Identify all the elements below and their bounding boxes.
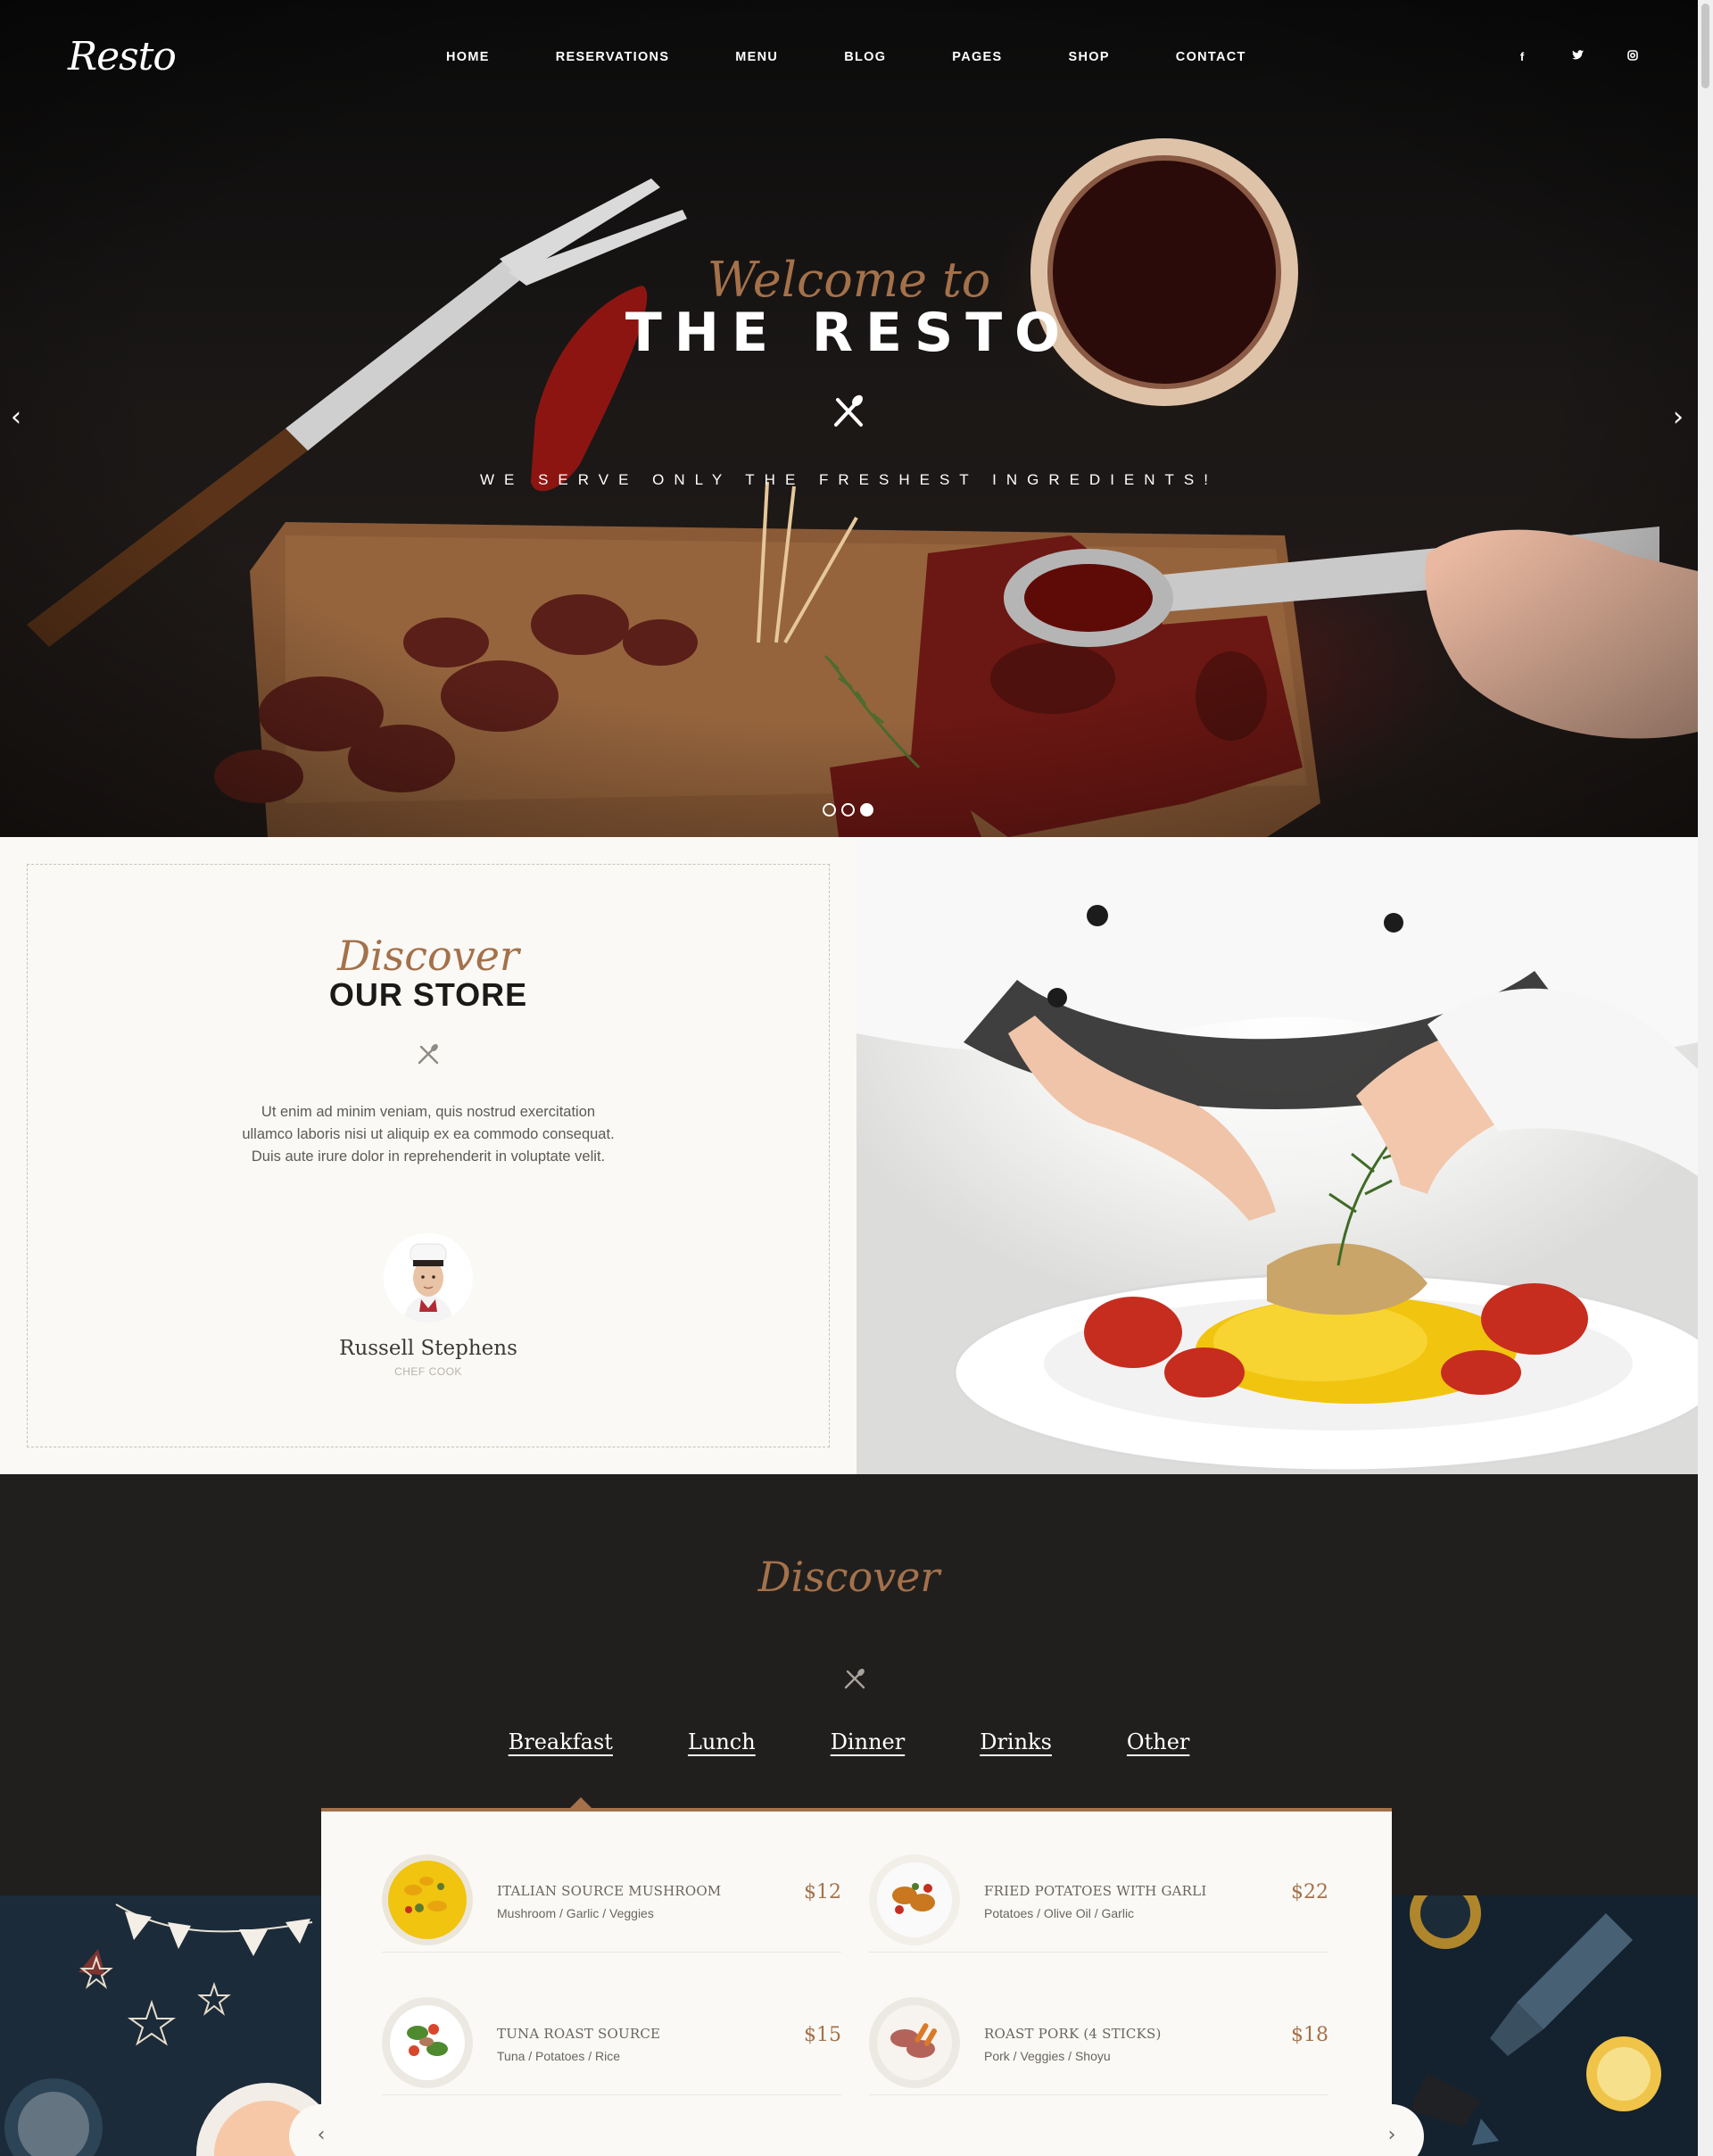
hero-next-arrow[interactable]: › xyxy=(1673,402,1684,433)
hero-prev-arrow[interactable]: ‹ xyxy=(11,402,21,433)
menu-item-name: FRIED POTATOES WITH GARLI xyxy=(984,1883,1207,1899)
party-decoration-image xyxy=(0,1895,321,2156)
nav-shop[interactable]: SHOP xyxy=(1069,50,1110,64)
hero-tagline: WE SERVE ONLY THE FRESHEST INGREDIENTS! xyxy=(479,471,1218,488)
hero-script-heading: Welcome to xyxy=(707,252,991,308)
hero-title: THE RESTO xyxy=(625,302,1073,364)
menu-card: ITALIAN SOURCE MUSHROOM Mushroom / Garli… xyxy=(321,1808,1392,2156)
menu-item-price: $18 xyxy=(1291,2024,1328,2046)
nav-blog[interactable]: BLOG xyxy=(844,50,886,64)
tab-lunch[interactable]: Lunch xyxy=(688,1729,756,1754)
menu-item-image xyxy=(869,1997,960,2088)
menu-item-ingredients: Mushroom / Garlic / Veggies xyxy=(497,1906,654,1920)
slider-dot-1[interactable] xyxy=(823,803,836,817)
menu-item-price: $15 xyxy=(804,2024,841,2046)
slider-dots xyxy=(823,803,873,817)
social-links: f xyxy=(1473,50,1639,63)
tab-breakfast[interactable]: Breakfast xyxy=(509,1729,613,1754)
nav-home[interactable]: HOME xyxy=(446,50,490,64)
menu-item-ingredients: Tuna / Potatoes / Rice xyxy=(497,2049,620,2063)
about-section: Discover OUR STORE Ut enim ad minim veni… xyxy=(0,837,856,1474)
menu-item-ingredients: Pork / Veggies / Shoyu xyxy=(984,2049,1111,2063)
menu-item-name: ITALIAN SOURCE MUSHROOM xyxy=(497,1883,722,1899)
about-text: Ut enim ad minim veniam, quis nostrud ex… xyxy=(242,1104,615,1165)
tab-other[interactable]: Other xyxy=(1127,1729,1189,1754)
tab-drinks[interactable]: Drinks xyxy=(980,1729,1052,1754)
menu-item[interactable]: TUNA ROAST SOURCE Tuna / Potatoes / Rice… xyxy=(382,1954,841,2095)
utensils-icon xyxy=(844,1668,865,1689)
menu-item-price: $12 xyxy=(804,1881,841,1903)
nav-menu[interactable]: MENU xyxy=(735,50,778,64)
utensils-icon xyxy=(418,1043,439,1065)
page-scrollbar[interactable] xyxy=(1698,0,1713,2156)
chef-plating-image xyxy=(856,837,1698,1474)
slider-dot-3[interactable] xyxy=(860,803,873,817)
main-nav: HOME RESERVATIONS MENU BLOG PAGES SHOP C… xyxy=(446,50,1312,64)
utensils-icon xyxy=(834,394,863,427)
nav-reservations[interactable]: RESERVATIONS xyxy=(556,50,670,64)
menu-item[interactable]: ROAST PORK (4 STICKS) Pork / Veggies / S… xyxy=(869,1954,1328,2095)
chef-name: Russell Stephens xyxy=(339,1337,517,1360)
menu-item-image xyxy=(869,1854,960,1945)
tab-dinner[interactable]: Dinner xyxy=(831,1729,906,1754)
menu-item-image xyxy=(382,1997,473,2088)
cocktail-tools-image xyxy=(1392,1895,1698,2156)
about-script-heading: Discover xyxy=(337,932,519,980)
twitter-icon[interactable] xyxy=(1571,50,1584,63)
facebook-icon[interactable]: f xyxy=(1516,50,1528,63)
divider xyxy=(382,2094,841,2095)
menu-item-price: $22 xyxy=(1291,1881,1328,1903)
menu-item-ingredients: Potatoes / Olive Oil / Garlic xyxy=(984,1906,1135,1920)
menu-item-image xyxy=(382,1854,473,1945)
chef-role: CHEF COOK xyxy=(394,1365,462,1378)
hero-slider: Resto HOME RESERVATIONS MENU BLOG PAGES … xyxy=(0,0,1698,837)
menu-item[interactable]: ITALIAN SOURCE MUSHROOM Mushroom / Garli… xyxy=(382,1812,841,1953)
site-header: Resto HOME RESERVATIONS MENU BLOG PAGES … xyxy=(0,0,1698,118)
divider xyxy=(382,1952,841,1953)
menu-tabs: Breakfast Lunch Dinner Drinks Other xyxy=(0,1729,1698,1754)
nav-contact[interactable]: CONTACT xyxy=(1176,50,1246,64)
menu-item[interactable]: FRIED POTATOES WITH GARLI Potatoes / Oli… xyxy=(869,1812,1328,1953)
slider-dot-2[interactable] xyxy=(841,803,855,817)
instagram-icon[interactable] xyxy=(1626,50,1639,63)
nav-pages[interactable]: PAGES xyxy=(952,50,1002,64)
menu-script-heading: Discover xyxy=(757,1553,940,1601)
menu-item-name: ROAST PORK (4 STICKS) xyxy=(984,2026,1162,2042)
chef-avatar xyxy=(384,1233,473,1323)
divider xyxy=(869,1952,1328,1953)
site-logo[interactable]: Resto xyxy=(68,34,177,79)
divider xyxy=(869,2094,1328,2095)
about-title: OUR STORE xyxy=(328,976,528,1013)
scrollbar-thumb[interactable] xyxy=(1701,4,1709,88)
menu-item-name: TUNA ROAST SOURCE xyxy=(497,2026,661,2042)
